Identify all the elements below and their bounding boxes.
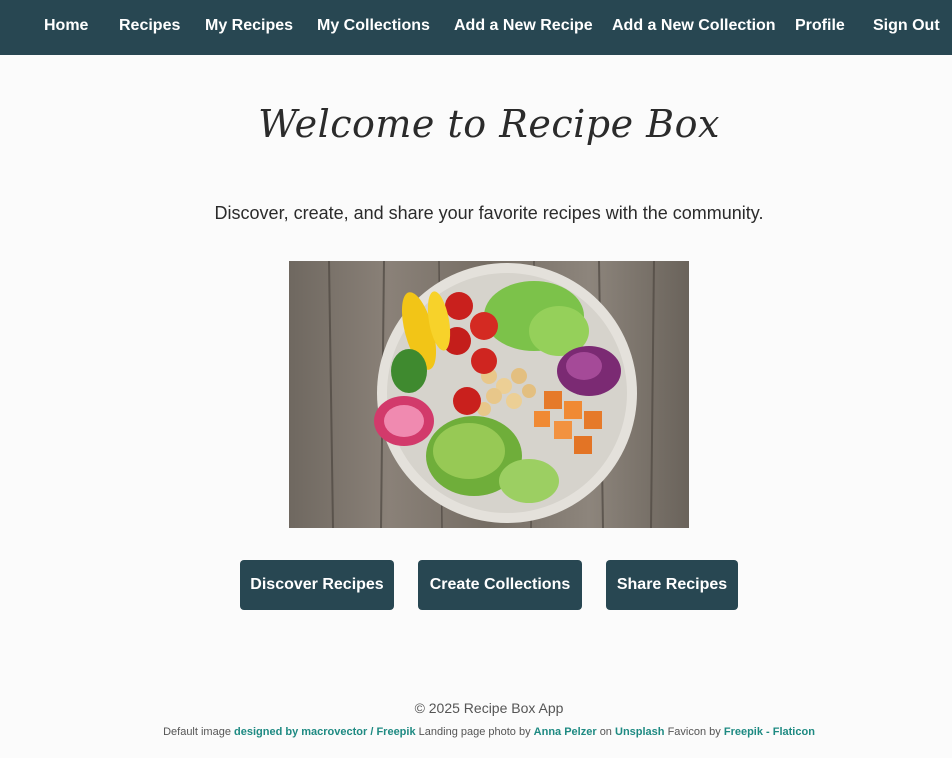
credit-photographer-link[interactable]: Anna Pelzer — [534, 726, 597, 738]
nav-add-collection[interactable]: Add a New Collection — [612, 17, 776, 35]
credits: Default image designed by macrovector / … — [0, 726, 952, 738]
credit-unsplash-link[interactable]: Unsplash — [615, 726, 665, 738]
nav-recipes[interactable]: Recipes — [119, 17, 180, 35]
credit-favicon-prefix: Favicon by — [667, 726, 721, 738]
credit-default-image-prefix: Default image — [163, 726, 231, 738]
page-title: Welcome to Recipe Box — [258, 102, 720, 146]
credit-macrovector-link[interactable]: designed by macrovector / Freepik — [234, 726, 416, 738]
nav-profile[interactable]: Profile — [795, 17, 845, 35]
copyright: © 2025 Recipe Box App — [414, 700, 564, 716]
navbar: Home Recipes My Recipes My Collections A… — [0, 0, 952, 55]
credit-on-text: on — [599, 726, 612, 738]
discover-recipes-button[interactable]: Discover Recipes — [240, 560, 394, 610]
nav-my-collections[interactable]: My Collections — [317, 17, 430, 35]
nav-my-recipes[interactable]: My Recipes — [205, 17, 293, 35]
share-recipes-button[interactable]: Share Recipes — [606, 560, 738, 610]
nav-add-recipe[interactable]: Add a New Recipe — [454, 17, 593, 35]
credit-landing-prefix: Landing page photo by — [418, 726, 531, 738]
create-collections-button[interactable]: Create Collections — [418, 560, 582, 610]
nav-sign-out[interactable]: Sign Out — [873, 17, 940, 35]
hero-image — [289, 261, 689, 528]
nav-home[interactable]: Home — [44, 17, 88, 35]
credit-flaticon-link[interactable]: Freepik - Flaticon — [724, 726, 815, 738]
tagline: Discover, create, and share your favorit… — [214, 203, 764, 223]
